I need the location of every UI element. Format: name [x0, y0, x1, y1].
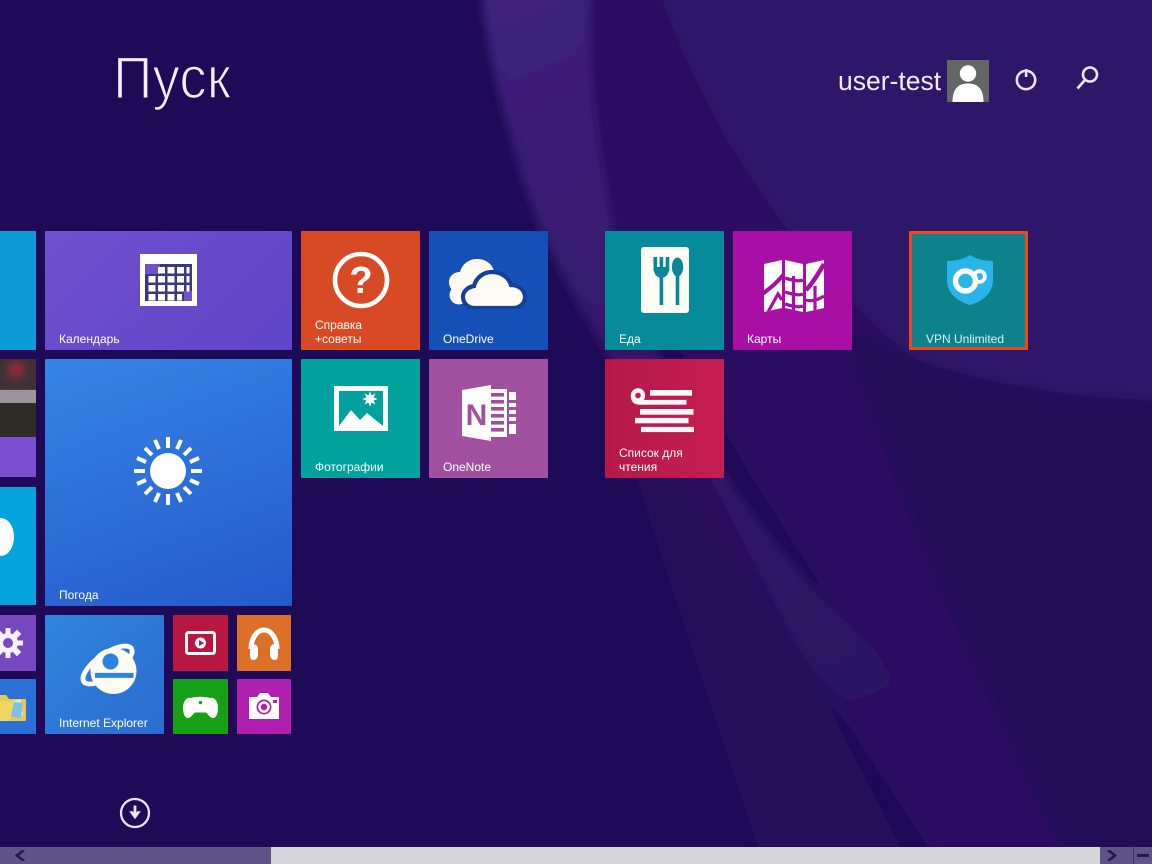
svg-text:N: N	[466, 399, 488, 432]
svg-text:?: ?	[349, 260, 372, 302]
